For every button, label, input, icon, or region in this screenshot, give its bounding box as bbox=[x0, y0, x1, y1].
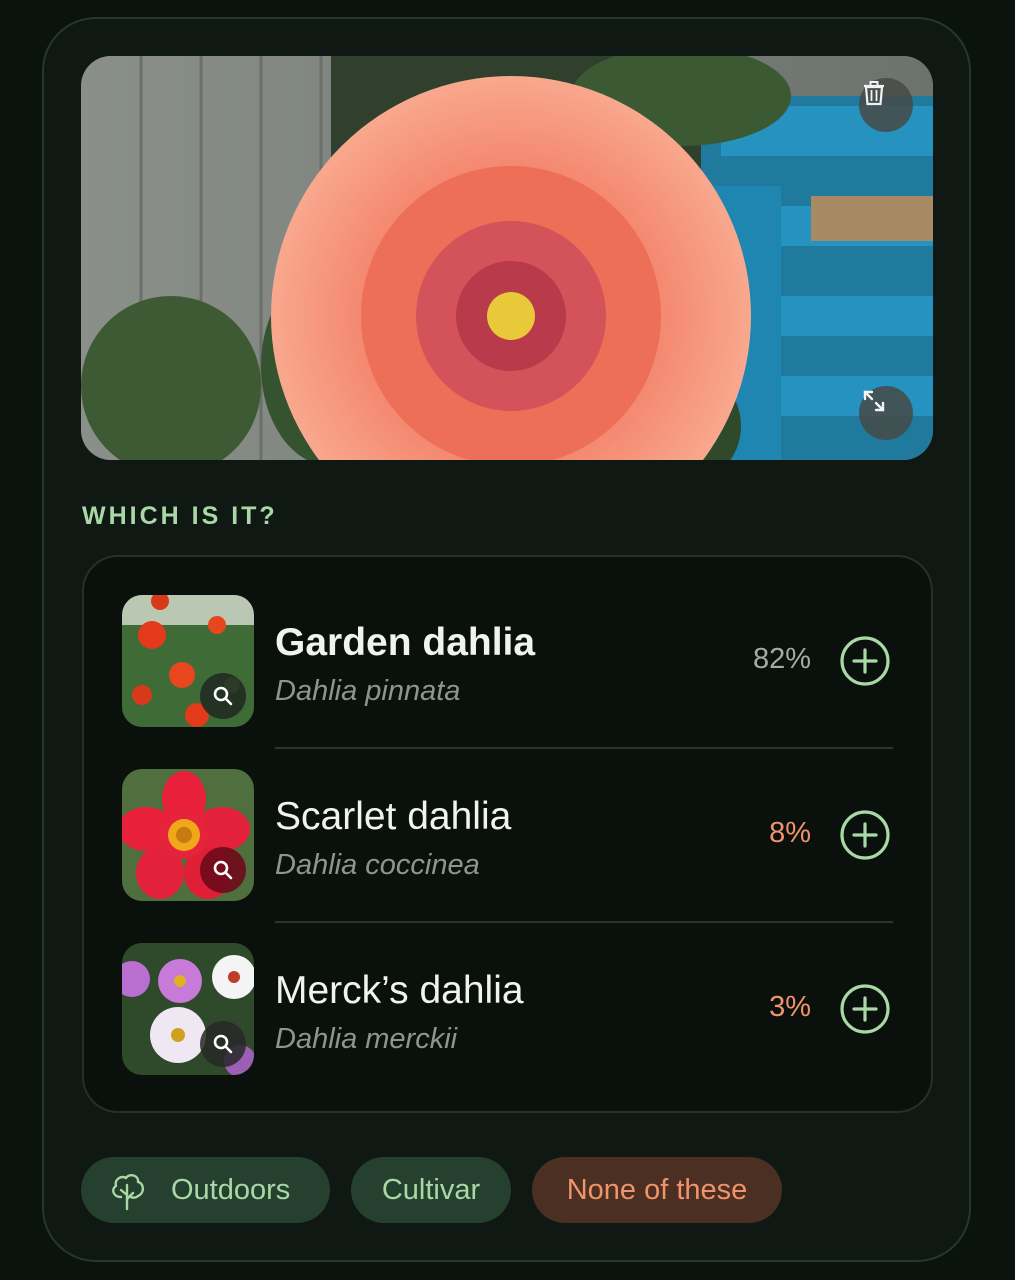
zoom-thumbnail-button[interactable] bbox=[200, 847, 246, 893]
outdoors-chip[interactable]: Outdoors bbox=[81, 1157, 330, 1223]
delete-photo-button[interactable] bbox=[859, 78, 913, 132]
plus-circle-icon bbox=[839, 983, 891, 1040]
expand-photo-button[interactable] bbox=[859, 386, 913, 440]
select-candidate-button[interactable] bbox=[839, 983, 891, 1040]
tree-icon bbox=[107, 1169, 149, 1211]
confidence-percent: 8% bbox=[769, 817, 811, 849]
magnifier-icon bbox=[212, 1033, 234, 1055]
none-of-these-chip-label: None of these bbox=[566, 1173, 748, 1206]
scientific-name: Dahlia merckii bbox=[275, 1023, 458, 1055]
common-name: Garden dahlia bbox=[275, 621, 536, 664]
select-candidate-button[interactable] bbox=[839, 635, 891, 692]
candidate-row-garden-dahlia[interactable]: Garden dahlia Dahlia pinnata 82% bbox=[84, 557, 931, 731]
plus-circle-icon bbox=[839, 809, 891, 866]
zoom-thumbnail-button[interactable] bbox=[200, 1021, 246, 1067]
scientific-name: Dahlia pinnata bbox=[275, 675, 461, 707]
candidate-row-mercks-dahlia[interactable]: Merck’s dahlia Dahlia merckii 3% bbox=[84, 905, 931, 1079]
candidate-list: Garden dahlia Dahlia pinnata 82% Scarlet… bbox=[82, 555, 933, 1113]
common-name: Scarlet dahlia bbox=[275, 795, 512, 838]
outdoors-chip-label: Outdoors bbox=[171, 1173, 291, 1206]
scientific-name: Dahlia coccinea bbox=[275, 849, 480, 881]
candidate-thumbnail[interactable] bbox=[122, 943, 254, 1075]
common-name: Merck’s dahlia bbox=[275, 969, 524, 1012]
section-title: WHICH IS IT? bbox=[82, 502, 278, 530]
none-of-these-chip[interactable]: None of these bbox=[532, 1157, 782, 1223]
candidate-thumbnail[interactable] bbox=[122, 595, 254, 727]
magnifier-icon bbox=[212, 685, 234, 707]
plus-circle-icon bbox=[839, 635, 891, 692]
zoom-thumbnail-button[interactable] bbox=[200, 673, 246, 719]
magnifier-icon bbox=[212, 859, 234, 881]
select-candidate-button[interactable] bbox=[839, 809, 891, 866]
cultivar-chip[interactable]: Cultivar bbox=[351, 1157, 511, 1223]
candidate-thumbnail[interactable] bbox=[122, 769, 254, 901]
observation-photo[interactable] bbox=[81, 56, 933, 460]
candidate-row-scarlet-dahlia[interactable]: Scarlet dahlia Dahlia coccinea 8% bbox=[84, 731, 931, 905]
cultivar-chip-label: Cultivar bbox=[381, 1173, 481, 1206]
dahlia-photo-image bbox=[81, 56, 933, 460]
confidence-percent: 82% bbox=[752, 643, 811, 675]
confidence-percent: 3% bbox=[769, 991, 811, 1023]
